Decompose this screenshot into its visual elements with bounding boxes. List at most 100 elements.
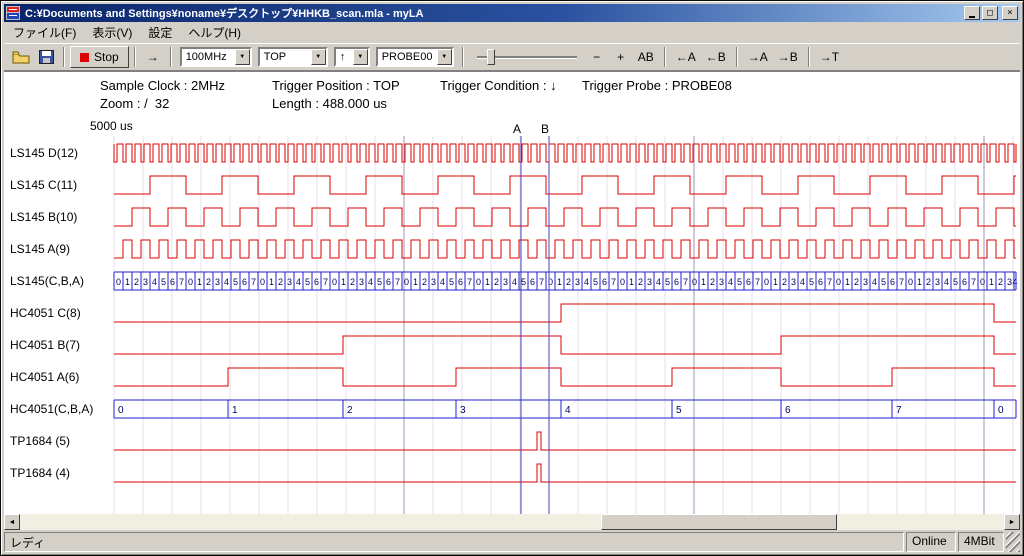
sample-clock-combo[interactable]: 100MHz ▼ — [180, 47, 252, 67]
menu-settings[interactable]: 設定 — [140, 22, 180, 43]
status-online: Online — [906, 532, 956, 552]
resize-grip[interactable] — [1006, 532, 1020, 552]
bus-value: 3 — [575, 277, 580, 287]
bus-value: 6 — [890, 277, 895, 287]
bus-value: 7 — [611, 277, 616, 287]
main-view: Sample Clock : 2MHz Trigger Position : T… — [4, 71, 1020, 530]
bus-value: 1 — [269, 277, 274, 287]
ab-button[interactable]: AB — [633, 46, 659, 68]
run-button[interactable]: → — [141, 46, 165, 68]
bus-value: 4 — [1012, 277, 1017, 287]
chevron-down-icon[interactable]: ▼ — [311, 49, 326, 65]
bus-value: 6 — [242, 277, 247, 287]
trigger-position-info: Trigger Position : TOP — [272, 78, 400, 93]
time-origin-label: 5000 us — [90, 119, 133, 133]
bus-value: 3 — [287, 277, 292, 287]
goto-trigger-button[interactable]: →T — [815, 46, 844, 68]
bus-value: 2 — [350, 277, 355, 287]
bus-value: 3 — [431, 277, 436, 287]
window-title: C:¥Documents and Settings¥noname¥デスクトップ¥… — [25, 5, 962, 21]
bus-value: 7 — [251, 277, 256, 287]
bus-value: 4 — [152, 277, 157, 287]
bus-value: 0 — [764, 277, 769, 287]
bus-value: 0 — [908, 277, 913, 287]
save-button[interactable] — [34, 46, 58, 68]
bus-value: 2 — [134, 277, 139, 287]
bus-value: 3 — [359, 277, 364, 287]
bus-value: 7 — [899, 277, 904, 287]
bus-value: 5 — [665, 277, 670, 287]
minimize-button[interactable] — [964, 6, 980, 20]
length-info: Length : 488.000 us — [272, 96, 387, 111]
trigger-probe-combo[interactable]: PROBE00 ▼ — [376, 47, 454, 67]
toolbar-separator — [63, 47, 65, 67]
toolbar-separator — [134, 47, 136, 67]
signal-waveform — [114, 176, 1016, 194]
cursor-label: B — [541, 122, 549, 136]
scrollbar-thumb[interactable] — [601, 514, 837, 530]
zoom-in-button[interactable]: + — [609, 46, 633, 68]
bus-value: 4 — [565, 405, 571, 416]
goto-b-right-button[interactable]: →B — [773, 46, 803, 68]
signal-waveform — [114, 304, 1016, 322]
bus-value: 2 — [854, 277, 859, 287]
status-memory: 4MBit — [958, 532, 1004, 552]
bus-value: 1 — [845, 277, 850, 287]
toolbar-separator — [170, 47, 172, 67]
save-floppy-icon — [39, 50, 54, 64]
signal-waveform — [114, 368, 1016, 386]
toolbar-separator — [736, 47, 738, 67]
bus-value: 1 — [917, 277, 922, 287]
signal-waveform — [114, 464, 1016, 482]
bus-value: 2 — [347, 405, 353, 416]
stop-icon — [80, 53, 89, 62]
bus-value: 7 — [467, 277, 472, 287]
goto-b-left-button[interactable]: ←B — [701, 46, 731, 68]
waveform-area[interactable]: 5000 us012345670123456701234567012345670… — [4, 116, 1020, 514]
chevron-down-icon[interactable]: ▼ — [353, 49, 368, 65]
goto-a-right-button[interactable]: →A — [743, 46, 773, 68]
menu-help[interactable]: ヘルプ(H) — [180, 22, 249, 43]
close-button[interactable]: × — [1002, 6, 1018, 20]
minimize-icon — [969, 16, 975, 18]
trigger-probe-combo-value: PROBE00 — [378, 49, 437, 65]
zoom-slider-thumb[interactable] — [487, 49, 495, 65]
scroll-right-button[interactable]: ► — [1004, 514, 1020, 530]
trigger-condition-info: Trigger Condition : ↓ — [440, 78, 557, 93]
bus-value: 0 — [998, 405, 1004, 416]
bus-value: 0 — [260, 277, 265, 287]
stop-button[interactable]: Stop — [70, 46, 129, 68]
bus-value: 1 — [197, 277, 202, 287]
zoom-slider[interactable] — [475, 46, 579, 68]
bus-value: 5 — [737, 277, 742, 287]
scroll-left-button[interactable]: ◄ — [4, 514, 20, 530]
chevron-down-icon[interactable]: ▼ — [235, 49, 250, 65]
bus-value: 1 — [701, 277, 706, 287]
bus-value: 0 — [332, 277, 337, 287]
chevron-down-icon[interactable]: ▼ — [437, 49, 452, 65]
trigger-edge-combo-value: ↑ — [336, 49, 353, 65]
menu-view[interactable]: 表示(V) — [84, 22, 140, 43]
toolbar-separator — [808, 47, 810, 67]
menu-file[interactable]: ファイル(F) — [5, 22, 84, 43]
signal-waveform — [114, 208, 1016, 226]
bus-value: 1 — [413, 277, 418, 287]
bus-value: 0 — [116, 277, 121, 287]
signal-label: LS145(C,B,A) — [10, 274, 84, 288]
bus-value: 1 — [125, 277, 130, 287]
open-button[interactable] — [8, 46, 34, 68]
trigger-position-combo[interactable]: TOP ▼ — [258, 47, 328, 67]
toolbar: Stop → 100MHz ▼ TOP ▼ ↑ ▼ PROBE00 ▼ − + … — [4, 43, 1020, 71]
bus-value: 2 — [422, 277, 427, 287]
trigger-edge-combo[interactable]: ↑ ▼ — [334, 47, 370, 67]
bus-value: 7 — [971, 277, 976, 287]
app-window: C:¥Documents and Settings¥noname¥デスクトップ¥… — [0, 0, 1024, 556]
maximize-button[interactable]: □ — [982, 6, 998, 20]
horizontal-scrollbar[interactable]: ◄ ► — [4, 514, 1020, 530]
zoom-info: Zoom : / 32 — [100, 96, 169, 111]
goto-a-left-button[interactable]: ←A — [671, 46, 701, 68]
bus-value: 7 — [323, 277, 328, 287]
bus-value: 0 — [118, 405, 124, 416]
zoom-out-button[interactable]: − — [585, 46, 609, 68]
bus-value: 5 — [233, 277, 238, 287]
